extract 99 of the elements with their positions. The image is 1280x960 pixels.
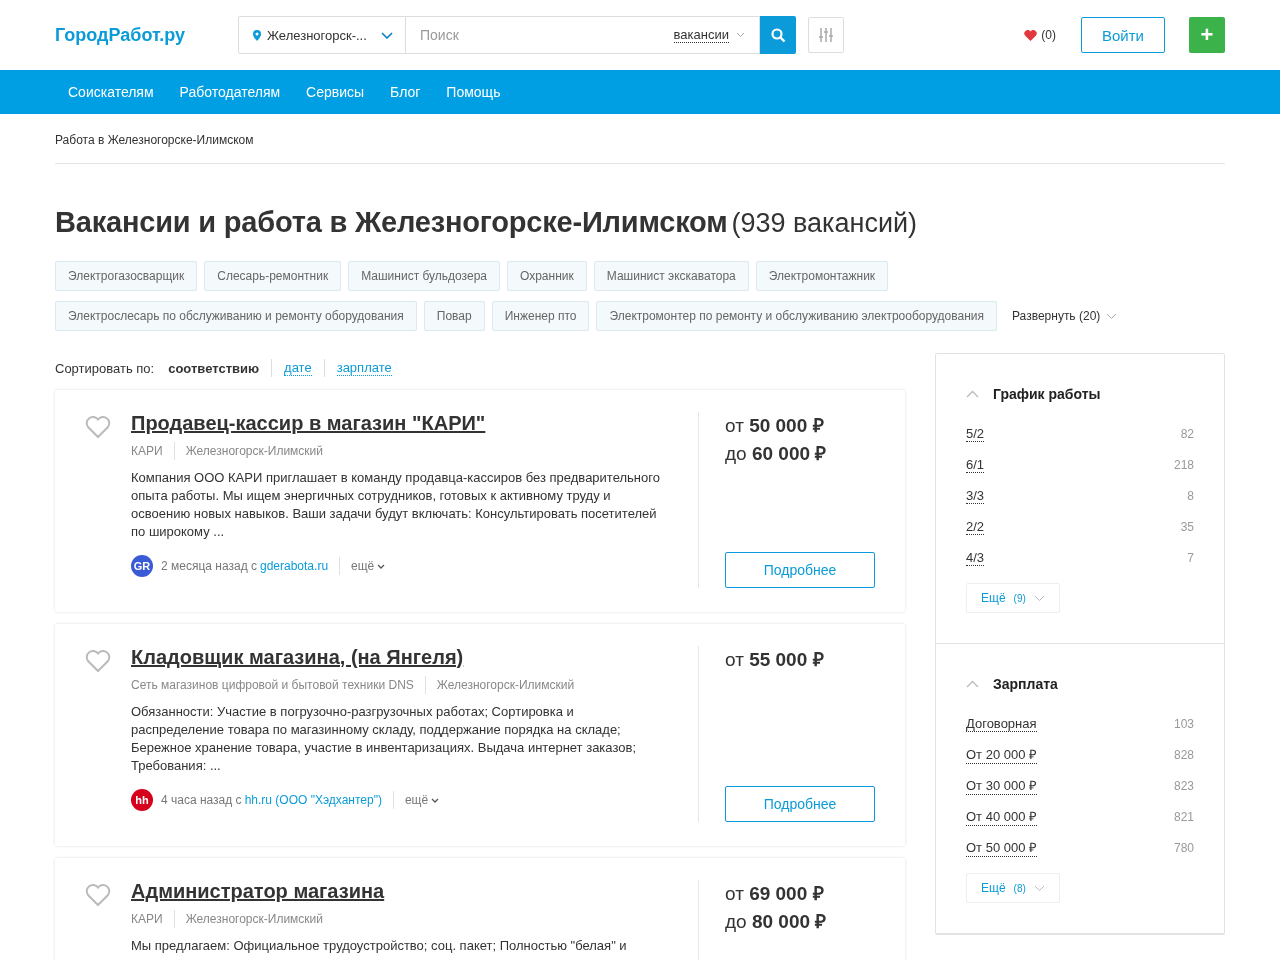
city-select[interactable]: Железногорск-... [238,16,406,54]
sort-option[interactable]: соответствию [168,360,260,376]
search-field[interactable]: Поиск вакансии [406,16,760,54]
company-name: КАРИ [131,912,163,926]
filter-option[interactable]: 6/1 [966,456,985,473]
filter-option[interactable]: 2/2 [966,518,985,535]
salary-text: от 69 000 ₽ [725,882,825,906]
more-link[interactable]: ещё [404,793,440,807]
vacancy-description: Обязанности: Участие в погрузочно-разгрузочных работах; Сортировка и распределение товара по магазинному складу, поддержание порядка на складе; Бережное хранение товара, участие в инвентаризациях. Выдача интернет заказов; Требования: ... [131,703,637,775]
source-logo: GR [131,555,153,577]
chevron-down-icon [736,32,745,38]
heart-icon [1024,29,1038,41]
filter-option[interactable]: От 20 000 ₽ [966,745,1038,764]
chevron-down-icon [1106,312,1118,320]
source-logo: hh [131,789,153,811]
vacancy-title-link[interactable]: Кладовщик магазина, (на Янгеля) [131,646,464,669]
city-name: Железногорск-Илимский [185,444,323,458]
filter-title: Зарплата [993,676,1058,692]
source-link[interactable]: gderabota.ru [260,559,329,573]
nav-link[interactable]: Помощь [446,84,501,100]
filter-option[interactable]: От 30 000 ₽ [966,776,1038,795]
filter-count: 780 [1173,840,1194,855]
show-more-button[interactable]: Ещё (8) [966,873,1060,903]
filter-count: 828 [1173,747,1194,762]
filter-count: 8 [1187,488,1194,503]
chevron-down-icon [377,563,386,569]
search-scope-select[interactable]: вакансии [665,17,759,53]
filter-count: 7 [1187,550,1194,565]
tag-chip[interactable]: Электромонтажник [755,261,889,291]
company-name: Сеть магазинов цифровой и бытовой техники DNS [131,678,414,692]
collapse-icon[interactable] [966,680,979,688]
tag-chip[interactable]: Охранник [507,261,587,291]
filter-count: 821 [1173,809,1194,824]
more-link[interactable]: ещё [351,559,386,573]
filter-count: 82 [1180,426,1194,441]
details-button[interactable]: Подробнее [725,786,875,822]
vacancy-title-link[interactable]: Продавец-кассир в магазин "КАРИ" [131,412,486,435]
collapse-icon[interactable] [966,390,979,398]
vacancy-description: Компания ООО КАРИ приглашает в команду продавца-кассиров без предварительного опыта работы. Мы ищем энергичных сотрудников, готовых к активному труду и освоению новых навыков. Ваши задачи будут включать: Консультировать посетителей по широкому ... [131,469,661,541]
salary-text: от 55 000 ₽ [725,648,825,672]
tag-chip[interactable]: Машинист экскаватора [593,261,749,291]
nav-link[interactable]: Блог [390,84,421,100]
site-logo[interactable]: ГородРабот.ру [55,24,238,46]
posted-time: 2 месяца назад с [161,559,257,573]
chevron-down-icon [381,31,393,39]
sort-option[interactable]: зарплате [336,360,392,376]
chevron-down-icon [1033,594,1045,602]
vacancy-description: Мы предлагаем: Официальное трудоустройство; соц. пакет; Полностью "белая" и [131,937,628,955]
filter-option[interactable]: От 50 000 ₽ [966,838,1038,857]
filter-option[interactable]: 5/2 [966,425,985,442]
filter-button[interactable] [808,17,844,53]
posted-time: 4 часа назад с [161,793,242,807]
salary-text: до 80 000 ₽ [725,910,828,934]
nav-link[interactable]: Работодателям [179,84,281,100]
filter-option[interactable]: От 40 000 ₽ [966,807,1038,826]
sort-label: Сортировать по: [55,360,155,376]
breadcrumb-link[interactable]: Работа в Железногорске-Илимском [55,133,254,147]
favorites-count: (0) [1041,28,1056,42]
salary-text: до 60 000 ₽ [725,442,828,466]
chevron-down-icon [1033,884,1045,892]
nav-link[interactable]: Сервисы [306,84,365,100]
filter-count: 218 [1173,457,1194,472]
heart-icon[interactable] [85,884,111,907]
filter-title: График работы [993,386,1101,402]
heart-icon[interactable] [85,416,111,439]
tag-chip[interactable]: Слесарь-ремонтник [204,261,342,291]
city-name: Железногорск-Илимский [185,912,323,926]
filter-count: 103 [1173,716,1194,731]
show-more-button[interactable]: Ещё (9) [966,583,1060,613]
tag-chip[interactable]: Электрогазосварщик [55,261,198,291]
page-title: Вакансии и работа в Железногорске-Илимском [55,206,728,239]
salary-text: от 50 000 ₽ [725,414,825,438]
tag-chip[interactable]: Повар [423,301,485,331]
company-name: КАРИ [131,444,163,458]
tag-chip[interactable]: Электромонтер по ремонту и обслуживанию электрооборудования [596,301,997,331]
filter-option[interactable]: Договорная [966,715,1037,732]
favorites-link[interactable]: (0) [1024,28,1056,42]
vacancy-count: (939 вакансий) [731,208,918,239]
vacancy-title-link[interactable]: Администратор магазина [131,880,385,903]
city-name: Железногорск-Илимский [436,678,575,692]
details-button[interactable]: Подробнее [725,552,875,588]
heart-icon[interactable] [85,650,111,673]
search-icon [770,27,786,43]
search-button[interactable] [760,16,796,54]
tag-chip[interactable]: Инженер пто [491,301,590,331]
expand-tags-link[interactable]: Развернуть (20) [1012,309,1118,323]
tag-chip[interactable]: Машинист бульдозера [348,261,500,291]
login-button[interactable]: Войти [1081,17,1165,53]
filter-option[interactable]: 4/3 [966,549,985,566]
sliders-icon [819,27,833,43]
tag-chip[interactable]: Электрослесарь по обслуживанию и ремонту оборудования [55,301,417,331]
location-pin-icon [253,29,261,41]
source-link[interactable]: hh.ru (ООО "Хэдхантер") [244,793,382,807]
chevron-down-icon [431,797,440,803]
filter-count: 35 [1180,519,1194,534]
filter-count: 823 [1173,778,1194,793]
filter-option[interactable]: 3/3 [966,487,985,504]
nav-link[interactable]: Соискателям [68,84,154,100]
sort-option[interactable]: дате [284,360,312,376]
